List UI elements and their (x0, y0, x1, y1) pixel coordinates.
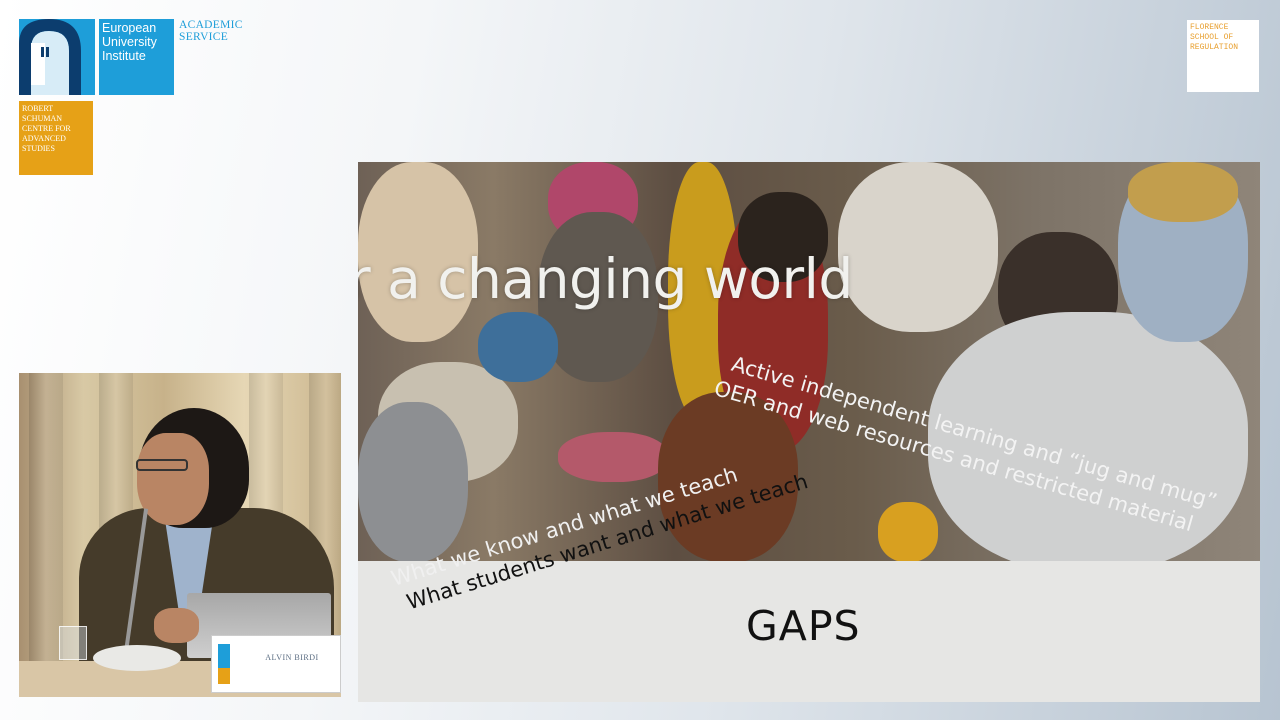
slide-headline: r a changing world (358, 247, 853, 311)
academic-service-label: ACADEMIC SERVICE (179, 19, 243, 43)
rsc-logo: ROBERT SCHUMAN CENTRE FOR ADVANCED STUDI… (19, 101, 93, 175)
eui-logo-icon (19, 19, 95, 95)
speaker-face (137, 433, 209, 525)
presentation-slide: r a changing world Active independent le… (358, 162, 1260, 702)
fsr-name: FLORENCE SCHOOL OF REGULATION (1190, 23, 1239, 52)
speaker-nameplate: ALVIN BIRDI (211, 635, 341, 693)
eui-wordmark: European University Institute (99, 19, 174, 95)
rsc-name: ROBERT SCHUMAN CENTRE FOR ADVANCED STUDI… (22, 104, 71, 153)
glasses-icon (136, 459, 188, 471)
building-icon (19, 19, 81, 95)
water-glass-icon (59, 626, 87, 660)
slide-title: GAPS (746, 602, 861, 650)
microphone-base (93, 645, 181, 671)
fsr-logo: FLORENCE SCHOOL OF REGULATION (1187, 20, 1259, 92)
nameplate-logo-icon (218, 644, 230, 684)
speaker-name: ALVIN BIRDI (265, 653, 319, 662)
speaker-video: ALVIN BIRDI (19, 373, 341, 697)
speaker-hand (154, 608, 199, 643)
eui-name: European University Institute (102, 21, 157, 63)
